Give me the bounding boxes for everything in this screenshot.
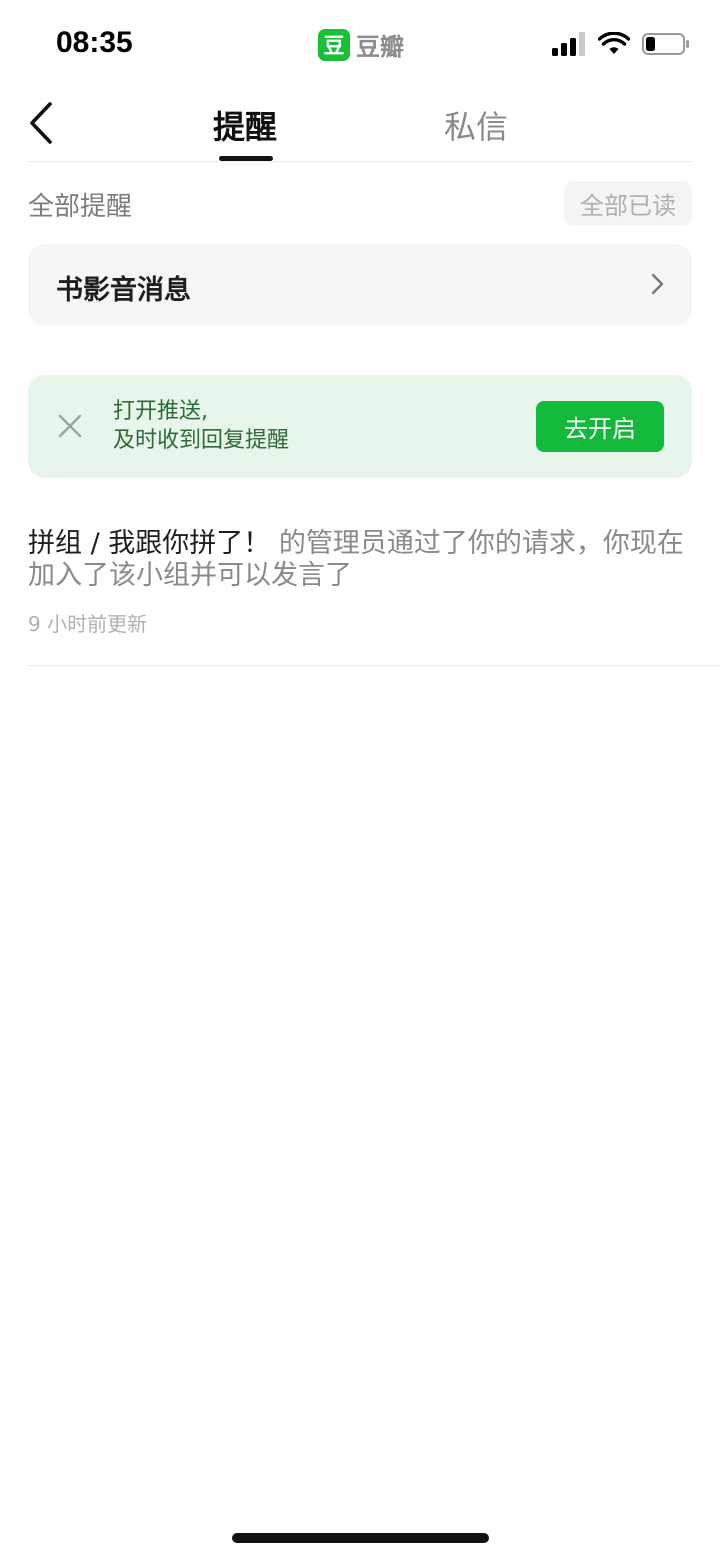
section-title: 全部提醒 — [28, 192, 133, 222]
app-badge: 豆 — [318, 28, 350, 61]
status-icons — [552, 32, 690, 56]
media-messages-card[interactable]: 书影音消息 — [28, 244, 692, 325]
signal-icon — [552, 32, 585, 56]
wifi-icon — [598, 32, 630, 54]
back-icon — [30, 102, 52, 144]
close-icon[interactable] — [58, 414, 82, 438]
item-divider — [28, 665, 720, 666]
tab-messages[interactable]: 私信 — [444, 102, 508, 148]
home-indicator — [232, 1533, 489, 1543]
notifications-screen: 08:35 豆 豆瓣 提醒 私信 全部提醒 全部已读 书影音消息 打开推送, 及… — [0, 0, 720, 1558]
header-divider — [28, 161, 692, 162]
notification-text: 拼组 / 我跟你拼了！ 的管理员通过了你的请求，你现在加入了该小组并可以发言了 — [28, 528, 688, 592]
push-banner-text: 打开推送, 及时收到回复提醒 — [113, 397, 289, 455]
notification-item[interactable]: 拼组 / 我跟你拼了！ 的管理员通过了你的请求，你现在加入了该小组并可以发言了 … — [28, 528, 708, 637]
battery-icon — [642, 33, 689, 55]
tab-notifications[interactable]: 提醒 — [213, 102, 277, 148]
app-name: 豆瓣 — [356, 33, 404, 61]
notification-time: 9 小时前更新 — [28, 612, 148, 636]
notification-group-link[interactable]: 拼组 / 我跟你拼了！ — [28, 528, 270, 559]
back-button[interactable] — [22, 98, 62, 148]
enable-push-button[interactable]: 去开启 — [536, 401, 664, 452]
push-banner-line-1: 打开推送, — [113, 399, 208, 424]
nav-header: 提醒 私信 — [0, 90, 720, 162]
status-app-indicator: 豆 豆瓣 — [318, 27, 404, 62]
push-banner-line-2: 及时收到回复提醒 — [113, 428, 290, 453]
status-bar: 08:35 豆 豆瓣 — [0, 0, 720, 90]
push-notification-banner: 打开推送, 及时收到回复提醒 去开启 — [28, 375, 692, 478]
mark-all-read-button[interactable]: 全部已读 — [564, 181, 692, 225]
status-time: 08:35 — [56, 26, 133, 59]
media-messages-label: 书影音消息 — [56, 275, 191, 306]
chevron-right-icon — [651, 273, 664, 295]
